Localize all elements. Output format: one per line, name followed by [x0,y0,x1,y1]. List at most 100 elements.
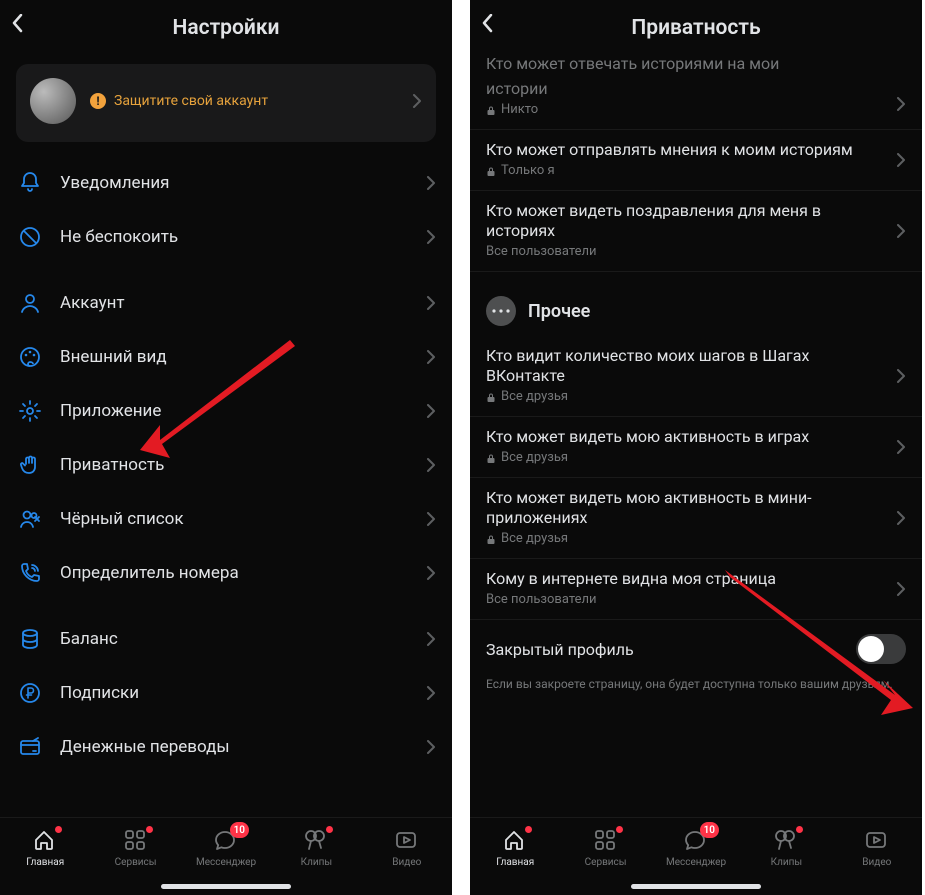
lock-icon [486,533,496,545]
tab-label: Сервисы [115,857,157,868]
chevron-right-icon [412,94,422,108]
gear-icon [16,397,44,425]
section-header-other: Прочее [470,272,922,336]
back-button[interactable] [482,14,496,34]
chevron-right-icon [896,153,906,167]
tab-label: Видео [392,857,421,868]
privacy-row[interactable]: Кто может видеть мою активность в мини-п… [470,478,922,559]
settings-header: Настройки [0,0,452,56]
settings-row-определитель номера[interactable]: Определитель номера [0,546,452,600]
tab-видео[interactable]: Видео [832,818,922,895]
privacy-row-sub: Все пользователи [486,244,597,259]
lock-icon [486,452,496,464]
bell-icon [16,169,44,197]
privacy-screen: Приватность Кто может отвечать историями… [470,0,922,895]
notification-dot [55,826,62,833]
privacy-row[interactable]: Кому в интернете видна моя страница Все … [470,559,922,620]
settings-row-не беспокоить[interactable]: Не беспокоить [0,210,452,264]
privacy-row-title: Кто может видеть мою активность в мини-п… [486,488,906,528]
person-icon [16,289,44,317]
toggle-hint: Если вы закроете страницу, она будет дос… [470,672,922,706]
settings-row-label: Определитель номера [60,563,239,583]
more-icon [486,296,516,326]
chevron-right-icon [896,97,906,111]
messenger-icon: 10 [213,828,239,854]
privacy-row-cutoff-line1: Кто может отвечать историями на мои [470,56,922,79]
settings-row-label: Уведомления [60,173,170,193]
caller-id-icon [16,559,44,587]
privacy-row[interactable]: Кто видит количество моих шагов в Шагах … [470,336,922,417]
chevron-right-icon [896,511,906,525]
warning-icon: ! [90,93,106,109]
settings-row-уведомления[interactable]: Уведомления [0,156,452,210]
tab-label: Мессенджер [196,857,256,868]
chevron-right-icon [426,230,436,244]
tab-главная[interactable]: Главная [470,818,560,895]
settings-row-label: Денежные переводы [60,737,230,757]
services-icon [123,828,149,854]
privacy-row-title: истории [486,79,906,99]
tab-видео[interactable]: Видео [362,818,452,895]
card-icon [16,733,44,761]
settings-row-чёрный список[interactable]: Чёрный список [0,492,452,546]
services-icon [593,828,619,854]
lock-icon [486,165,496,177]
settings-row-аккаунт[interactable]: Аккаунт [0,276,452,330]
section-label: Прочее [528,301,590,322]
privacy-row[interactable]: истории Никто [470,79,922,130]
private-profile-row: Закрытый профиль [470,620,922,672]
profile-warning: Защитите свой аккаунт [114,93,268,109]
tab-label: Клипы [301,857,333,868]
page-title: Приватность [631,16,760,40]
chevron-right-icon [426,566,436,580]
privacy-row[interactable]: Кто может видеть мою активность в играх … [470,417,922,478]
clips-icon [773,828,799,854]
lock-icon [486,104,496,116]
chevron-right-icon [426,350,436,364]
settings-row-приложение[interactable]: Приложение [0,384,452,438]
settings-row-label: Подписки [60,683,139,703]
chevron-right-icon [896,224,906,238]
nodisturb-icon [16,223,44,251]
settings-screen: Настройки ! Защитите свой аккаунт Уведом… [0,0,452,895]
ruble-icon [16,679,44,707]
settings-row-label: Чёрный список [60,509,184,529]
tab-label: Видео [862,857,891,868]
chevron-right-icon [426,740,436,754]
settings-row-подписки[interactable]: Подписки [0,666,452,720]
chevron-right-icon [426,686,436,700]
profile-card[interactable]: ! Защитите свой аккаунт [16,64,436,142]
home-indicator[interactable] [161,884,291,889]
home-icon [502,828,528,854]
video-icon [394,828,420,854]
privacy-header: Приватность [470,0,922,56]
home-indicator[interactable] [631,884,761,889]
settings-row-приватность[interactable]: Приватность [0,438,452,492]
chevron-right-icon [426,458,436,472]
back-button[interactable] [12,14,26,34]
notification-dot [146,826,153,833]
settings-row-внешний вид[interactable]: Внешний вид [0,330,452,384]
privacy-row-sub: Все друзья [501,450,568,465]
tab-label: Сервисы [585,857,627,868]
tab-label: Мессенджер [666,857,726,868]
privacy-row[interactable]: Кто может отправлять мнения к моим истор… [470,130,922,191]
privacy-row-sub: Никто [501,102,538,117]
private-profile-toggle[interactable] [856,634,906,664]
badge: 10 [230,822,249,838]
settings-row-баланс[interactable]: Баланс [0,612,452,666]
settings-row-label: Не беспокоить [60,227,178,247]
settings-row-денежные переводы[interactable]: Денежные переводы [0,720,452,774]
settings-row-label: Приватность [60,455,164,475]
tab-label: Главная [26,857,64,868]
privacy-row-sub: Только я [501,163,555,178]
tab-главная[interactable]: Главная [0,818,90,895]
settings-row-label: Приложение [60,401,161,421]
privacy-row-title: Кто может видеть мою активность в играх [486,427,906,447]
chevron-right-icon [426,176,436,190]
avatar [30,78,76,124]
privacy-row[interactable]: Кто может видеть поздравления для меня в… [470,191,922,272]
privacy-row-title: Кому в интернете видна моя страница [486,569,906,589]
privacy-row-title: Кто может видеть поздравления для меня в… [486,201,906,241]
chevron-right-icon [426,512,436,526]
